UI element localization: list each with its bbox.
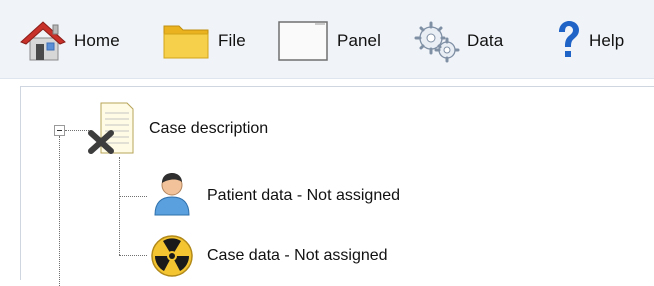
home-label: Home: [74, 31, 120, 50]
tree-view[interactable]: Case description Patient data - Not assi…: [20, 86, 654, 286]
panel-icon: [278, 21, 328, 61]
panel-label: Panel: [337, 31, 381, 50]
tree-node-label: Patient data - Not assigned: [207, 187, 401, 204]
home-button[interactable]: Home: [18, 16, 120, 66]
collapse-toggle[interactable]: [54, 125, 65, 136]
radiation-icon: [151, 235, 193, 277]
document-x-icon: [88, 102, 134, 154]
file-button[interactable]: File: [160, 16, 246, 66]
panel-button[interactable]: Panel: [277, 16, 381, 66]
data-button[interactable]: Data: [413, 16, 503, 66]
question-icon: [559, 21, 579, 57]
tree-node-label: Case description: [149, 120, 269, 137]
tree-connector: [59, 136, 60, 286]
help-button[interactable]: Help: [553, 16, 624, 66]
toolbar: Home File Panel Data Help: [0, 0, 654, 79]
tree-connector: [119, 196, 147, 197]
patient-icon: [154, 173, 190, 216]
file-label: File: [218, 31, 246, 50]
home-icon: [20, 21, 66, 61]
gears-icon: [414, 21, 460, 63]
folder-icon: [163, 25, 209, 59]
help-label: Help: [589, 31, 625, 50]
tree-connector: [119, 255, 147, 256]
data-label: Data: [467, 31, 504, 50]
tree-connector: [119, 157, 120, 255]
tree-node-label: Case data - Not assigned: [207, 247, 388, 264]
